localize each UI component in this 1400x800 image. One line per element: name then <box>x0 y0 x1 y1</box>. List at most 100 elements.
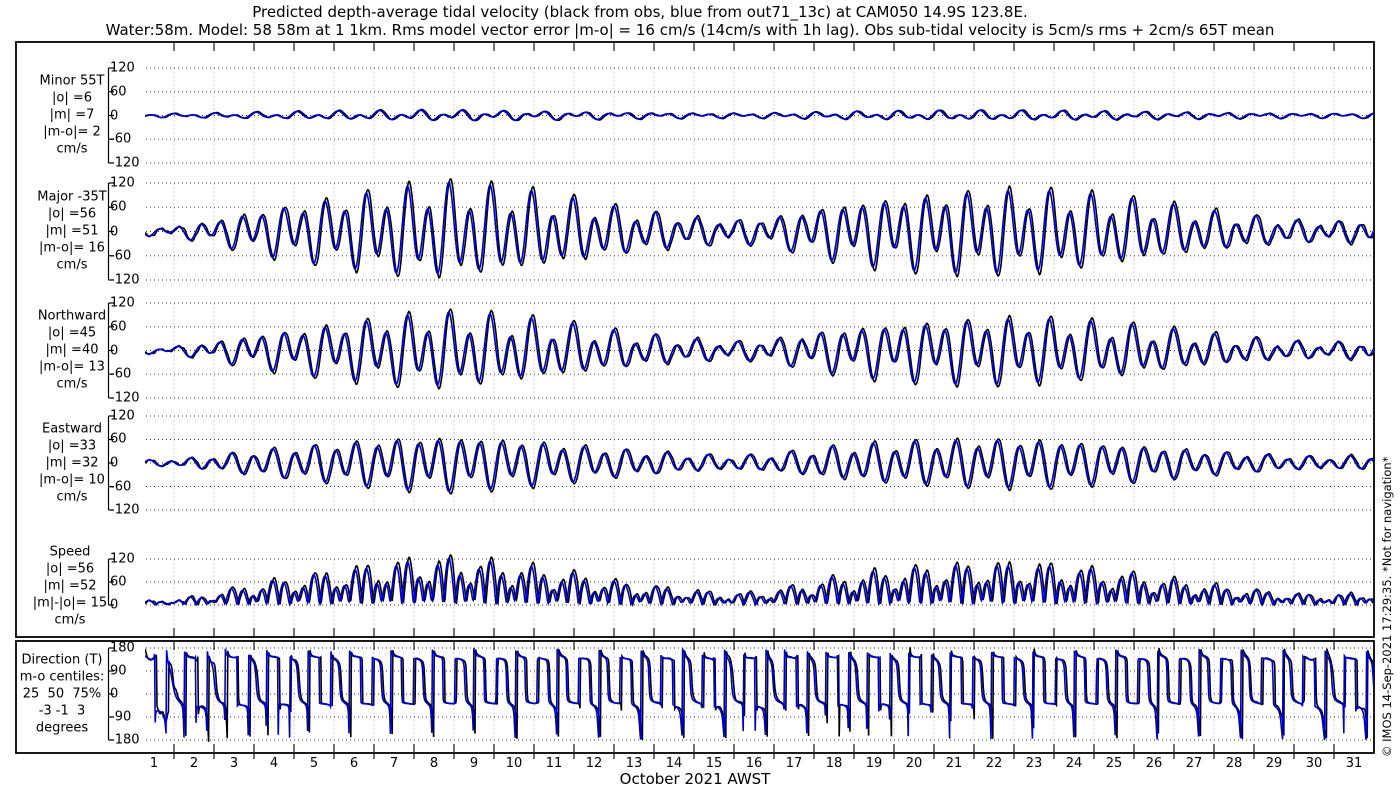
panel-label-eastward: |o| =33 <box>47 438 97 454</box>
panel-label-major: |o| =56 <box>47 206 97 222</box>
eastward-model out71_13c-line <box>145 439 1374 493</box>
tidal-plot-canvas: © IMOS 14-Sep-2021 17:29:35. *Not for na… <box>15 41 1394 759</box>
ytick-label-minor: -120 <box>110 155 140 171</box>
panel-label-northward: |m| =40 <box>45 342 99 358</box>
panel-label-major: Major -35T <box>37 189 107 205</box>
panel-label-major: |m-o|= 16 <box>39 240 105 256</box>
ytick-label-speed: 0 <box>110 597 119 613</box>
ytick-label-minor: 120 <box>110 60 135 76</box>
day-label: 20 <box>905 756 923 771</box>
day-label: 10 <box>505 756 523 771</box>
day-label: 12 <box>585 756 603 771</box>
ytick-label-direction: 0 <box>110 686 119 702</box>
ytick-label-eastward: 0 <box>110 455 119 471</box>
ytick-label-minor: -60 <box>110 131 132 147</box>
ytick-label-major: -120 <box>110 272 140 288</box>
ytick-label-eastward: -120 <box>110 502 140 518</box>
day-label: 17 <box>785 756 803 771</box>
panel-label-northward: |m-o|= 13 <box>39 359 105 375</box>
horizontal-dotted-gridlines <box>146 67 1373 741</box>
ytick-label-eastward: -60 <box>110 479 132 494</box>
panel-label-northward: Northward <box>37 308 107 324</box>
day-label: 22 <box>985 756 1003 771</box>
panel-label-minor: cm/s <box>56 141 88 157</box>
day-label: 15 <box>705 756 723 771</box>
day-label: 23 <box>1025 756 1043 771</box>
ytick-label-direction: 90 <box>110 663 127 679</box>
day-label: 3 <box>229 756 239 771</box>
day-label: 24 <box>1065 756 1083 771</box>
ytick-label-northward: -120 <box>110 390 140 406</box>
panel-label-major: |m| =51 <box>45 223 99 239</box>
day-label: 7 <box>389 756 399 771</box>
day-label: 8 <box>429 756 439 771</box>
day-label: 25 <box>1105 756 1123 771</box>
major-observed-line <box>145 178 1374 279</box>
ytick-label-northward: 60 <box>110 319 127 335</box>
panel-label-direction: Direction (T) <box>21 652 103 668</box>
ytick-label-minor: 0 <box>110 108 119 123</box>
panel-label-speed: |o| =56 <box>45 561 95 577</box>
ytick-label-minor: 60 <box>110 84 127 100</box>
ytick-label-major: 0 <box>110 224 119 239</box>
ytick-label-northward: 120 <box>110 295 135 311</box>
panel-label-minor: |o| =6 <box>51 90 93 106</box>
ytick-label-direction: -180 <box>110 732 140 748</box>
panel-label-speed: cm/s <box>54 612 86 628</box>
panel-label-eastward: cm/s <box>56 489 88 505</box>
ytick-label-major: 120 <box>110 175 135 191</box>
panel-label-minor: |m| =7 <box>49 107 95 123</box>
panel-label-minor: Minor 55T <box>39 73 105 89</box>
panel-label-direction: -3 -1 3 <box>38 703 86 719</box>
day-label: 11 <box>545 756 563 771</box>
day-label: 1 <box>149 756 159 771</box>
day-label: 13 <box>625 756 643 771</box>
northward-model out71_13c-line <box>145 311 1374 386</box>
velocity-waveforms <box>145 108 1374 742</box>
panel-label-speed: Speed <box>49 544 91 560</box>
imos-watermark: © IMOS 14-Sep-2021 17:29:35. *Not for na… <box>1380 456 1394 757</box>
day-label: 31 <box>1345 756 1363 771</box>
day-label: 29 <box>1265 756 1283 771</box>
tidal-velocity-figure: Predicted depth-average tidal velocity (… <box>0 0 1400 800</box>
panel-label-direction: degrees <box>35 720 89 736</box>
xaxis-caption: October 2021 AWST <box>619 770 771 788</box>
panel-label-eastward: |m-o|= 10 <box>39 472 105 488</box>
ytick-label-eastward: 120 <box>110 408 135 424</box>
ytick-label-major: 60 <box>110 199 127 215</box>
panel-label-major: cm/s <box>56 257 88 273</box>
panel-label-eastward: Eastward <box>41 421 103 437</box>
day-label: 2 <box>189 756 199 771</box>
panel-label-northward: |o| =45 <box>47 325 97 341</box>
day-label: 19 <box>865 756 883 771</box>
panel-label-eastward: |m| =32 <box>45 455 99 471</box>
panel-frames-and-ticks <box>15 41 1375 759</box>
day-label: 16 <box>745 756 763 771</box>
day-label: 6 <box>349 756 359 771</box>
panel-label-speed: |m|-|o|= 15 <box>32 595 108 611</box>
panel-label-speed: |m| =52 <box>43 578 97 594</box>
panel-label-direction: 25 50 75% <box>22 686 102 702</box>
ytick-label-speed: 60 <box>110 574 127 590</box>
ytick-label-northward: 0 <box>110 343 119 358</box>
ytick-label-direction: -90 <box>110 709 132 725</box>
minor-observed-line <box>145 108 1374 122</box>
day-label: 26 <box>1145 756 1163 771</box>
panel-label-northward: cm/s <box>56 376 88 392</box>
ytick-label-speed: 120 <box>110 551 135 567</box>
day-label: 9 <box>469 756 479 771</box>
vertical-day-gridlines <box>173 68 1335 741</box>
day-label: 21 <box>945 756 963 771</box>
day-label: 28 <box>1225 756 1243 771</box>
ytick-label-major: -60 <box>110 248 132 264</box>
major-model out71_13c-line <box>145 181 1374 275</box>
day-label: 5 <box>309 756 319 771</box>
ytick-label-northward: -60 <box>110 366 132 382</box>
ytick-label-direction: 180 <box>110 640 135 656</box>
panel-label-minor: |m-o|= 2 <box>43 124 101 140</box>
day-label: 4 <box>269 756 279 771</box>
panel-label-direction: m-o centiles: <box>19 669 105 685</box>
eastward-observed-line <box>145 437 1374 495</box>
day-label: 18 <box>825 756 843 771</box>
ytick-label-eastward: 60 <box>110 431 127 447</box>
